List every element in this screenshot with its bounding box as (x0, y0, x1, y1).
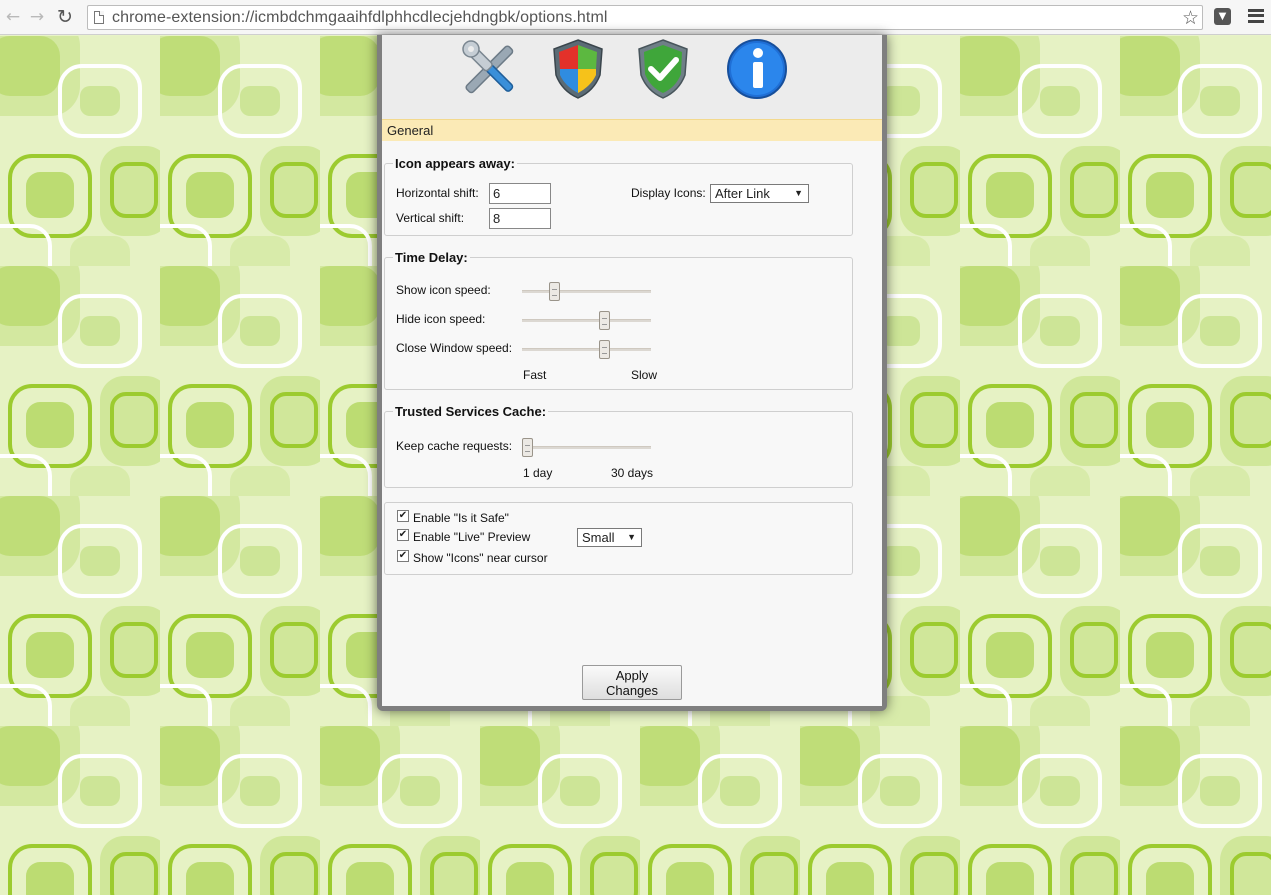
apply-changes-button[interactable]: Apply Changes (582, 665, 682, 700)
fast-label: Fast (523, 368, 547, 382)
show-icon-speed-thumb[interactable] (549, 282, 561, 301)
reload-icon[interactable]: ↻ (54, 6, 76, 28)
info-icon[interactable] (725, 37, 789, 101)
hide-icon-speed-slider[interactable] (522, 319, 651, 322)
live-preview-label: Enable "Live" Preview (413, 530, 531, 544)
green-check-shield-icon[interactable] (631, 37, 695, 101)
hide-icon-speed-label: Hide icon speed: (396, 312, 486, 326)
thirty-days-label: 30 days (611, 466, 654, 480)
bookmark-star-icon[interactable]: ☆ (1182, 7, 1199, 29)
cache-legend: Trusted Services Cache: (395, 404, 547, 419)
preview-size-value: Small (582, 530, 615, 545)
options-panel: General Icon appears away: Horizontal sh… (382, 35, 882, 706)
close-window-speed-thumb[interactable] (598, 340, 610, 359)
close-window-speed-label: Close Window speed: (396, 341, 513, 355)
is-it-safe-checkbox[interactable]: ✔ (397, 510, 409, 522)
page-icon (94, 11, 104, 24)
slow-label: Slow (631, 368, 658, 382)
options-dialog: General Icon appears away: Horizontal sh… (377, 35, 887, 711)
cache-group: Trusted Services Cache: Keep cache reque… (384, 404, 853, 488)
display-icons-select[interactable]: After Link ▼ (710, 184, 809, 203)
time-delay-group: Time Delay: Show icon speed: Hide icon s… (384, 250, 853, 390)
is-it-safe-label: Enable "Is it Safe" (413, 511, 509, 525)
keep-cache-thumb[interactable] (522, 438, 533, 457)
back-arrow-icon[interactable]: ← (2, 6, 24, 28)
keep-cache-label: Keep cache requests: (396, 439, 513, 453)
show-icons-checkbox[interactable]: ✔ (397, 550, 409, 562)
forward-arrow-icon[interactable]: → (26, 6, 48, 28)
url-text[interactable]: chrome-extension://icmbdchmgaaihfdlphhcd… (112, 9, 608, 27)
dropdown-arrow-icon: ▼ (627, 532, 636, 542)
preview-size-select[interactable]: Small ▼ (577, 528, 642, 547)
tab-icon-bar (382, 35, 882, 119)
horizontal-shift-label: Horizontal shift: (396, 186, 479, 200)
tools-icon[interactable] (457, 37, 521, 101)
time-delay-legend: Time Delay: (395, 250, 468, 265)
dropdown-arrow-icon: ▼ (794, 188, 803, 198)
show-icons-label: Show "Icons" near cursor (413, 551, 548, 565)
windows-shield-icon[interactable] (546, 37, 610, 101)
show-icon-speed-slider[interactable] (522, 290, 651, 293)
icon-placement-legend: Icon appears away: (395, 156, 515, 171)
show-icon-speed-label: Show icon speed: (396, 283, 491, 297)
section-header-general: General (382, 119, 882, 141)
vertical-shift-label: Vertical shift: (396, 211, 465, 225)
horizontal-shift-input[interactable]: 6 (489, 183, 551, 204)
options-group: ✔ Enable "Is it Safe" ✔ Enable "Live" Pr… (384, 502, 853, 575)
pocket-icon[interactable]: ▼ (1214, 8, 1231, 25)
close-window-speed-slider[interactable] (522, 348, 651, 351)
hide-icon-speed-thumb[interactable] (598, 311, 610, 330)
menu-icon[interactable] (1248, 8, 1264, 24)
keep-cache-slider[interactable] (522, 446, 651, 449)
address-bar[interactable]: chrome-extension://icmbdchmgaaihfdlphhcd… (87, 5, 1203, 30)
live-preview-checkbox[interactable]: ✔ (397, 529, 409, 541)
icon-placement-group: Icon appears away: Horizontal shift: 6 V… (384, 156, 853, 236)
one-day-label: 1 day (523, 466, 553, 480)
display-icons-value: After Link (715, 186, 770, 201)
browser-toolbar: ← → ↻ chrome-extension://icmbdchmgaaihfd… (0, 0, 1271, 35)
vertical-shift-input[interactable]: 8 (489, 208, 551, 229)
display-icons-label: Display Icons: (631, 186, 706, 200)
